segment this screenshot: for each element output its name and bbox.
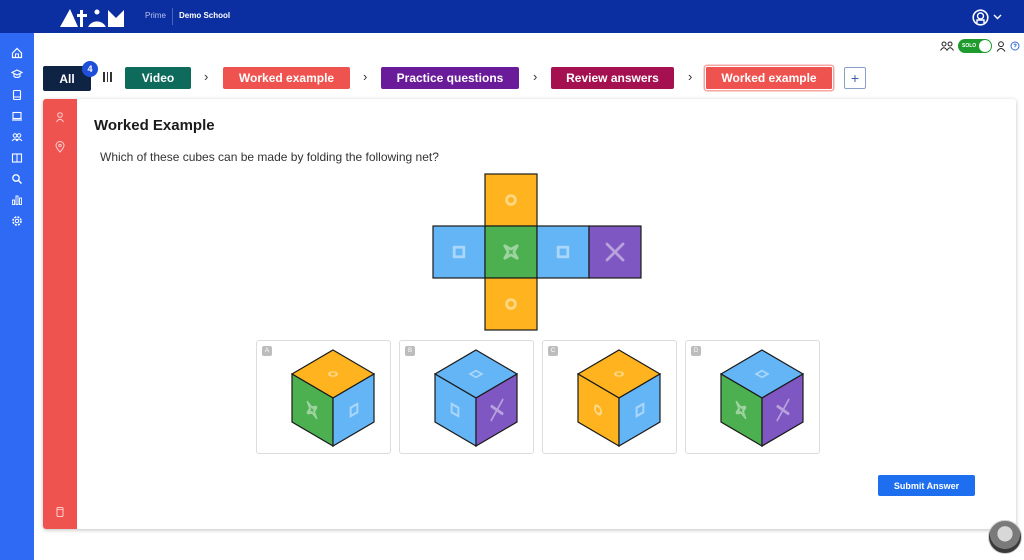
chevron-right-icon: › <box>688 69 693 84</box>
step-all-label: All <box>59 71 75 86</box>
sidebar-item-search[interactable] <box>9 171 25 187</box>
open-book-icon <box>11 153 23 163</box>
home-icon <box>11 47 23 59</box>
search-icon <box>12 174 23 185</box>
cube-option-d <box>719 349 805 447</box>
solo-toggle-label: SOLO <box>962 43 977 49</box>
net-face-left <box>432 225 486 279</box>
users-icon <box>11 133 23 142</box>
answer-option-d[interactable]: D <box>685 340 820 454</box>
step-worked-example[interactable]: Worked example <box>223 67 350 89</box>
question-text: Which of these cubes can be made by fold… <box>100 150 439 164</box>
location-pin-icon[interactable] <box>54 141 66 153</box>
sidebar-item-reports[interactable] <box>9 192 25 208</box>
cube-option-c <box>576 349 662 447</box>
gear-icon <box>12 216 22 226</box>
net-face-far-right <box>588 225 642 279</box>
sidebar-item-devices[interactable] <box>9 108 25 124</box>
card-side-rail <box>43 99 77 529</box>
top-bar: Prime Demo School <box>0 0 1024 33</box>
page-title: Worked Example <box>94 117 215 134</box>
group-icon[interactable] <box>940 41 954 51</box>
sidebar-item-home[interactable] <box>9 45 25 61</box>
laptop-icon <box>12 111 22 121</box>
submit-answer-button[interactable]: Submit Answer <box>878 475 975 496</box>
user-circle-icon <box>972 8 989 26</box>
step-review-answers-label: Review answers <box>566 71 659 85</box>
answer-option-c[interactable]: C <box>542 340 677 454</box>
option-label: C <box>548 346 558 356</box>
sidebar-item-content[interactable] <box>9 150 25 166</box>
person-icon[interactable] <box>996 40 1006 52</box>
net-face-center <box>484 225 538 279</box>
sidebar <box>0 33 34 560</box>
step-worked-example-label: Worked example <box>238 71 335 85</box>
cube-option-a <box>290 349 376 447</box>
chevron-right-icon: › <box>533 69 538 84</box>
option-label: B <box>405 346 415 356</box>
step-worked-example-active-label: Worked example <box>721 71 817 85</box>
cube-option-b <box>433 349 519 447</box>
step-review-answers[interactable]: Review answers <box>551 67 674 89</box>
answer-option-a[interactable]: A <box>256 340 391 454</box>
net-face-top <box>484 173 538 227</box>
chevron-right-icon: › <box>363 69 368 84</box>
chevron-down-icon <box>993 14 1002 20</box>
step-video[interactable]: Video <box>125 67 191 89</box>
step-practice-questions-label: Practice questions <box>396 71 504 85</box>
answer-option-b[interactable]: B <box>399 340 534 454</box>
book-icon <box>12 89 22 101</box>
step-worked-example-active[interactable]: Worked example <box>705 66 833 90</box>
divider <box>172 8 173 25</box>
step-video-label: Video <box>141 71 175 85</box>
session-controls: SOLO <box>940 38 1020 54</box>
sidebar-item-courses[interactable] <box>9 66 25 82</box>
plus-icon: + <box>850 70 860 86</box>
bar-chart-icon <box>12 195 22 205</box>
option-label: A <box>262 346 272 356</box>
person-icon[interactable] <box>54 111 66 123</box>
lesson-card: Worked Example Which of these cubes can … <box>43 99 1016 529</box>
sidebar-item-library[interactable] <box>9 87 25 103</box>
option-label: D <box>691 346 701 356</box>
sidebar-item-settings[interactable] <box>9 213 25 229</box>
cube-net <box>432 173 642 331</box>
menu-bars-icon[interactable] <box>103 72 113 84</box>
help-icon[interactable] <box>1010 41 1020 51</box>
product-name: Prime <box>145 11 166 20</box>
atom-logo[interactable] <box>58 6 126 28</box>
chevron-right-icon: › <box>204 69 209 84</box>
step-practice-questions[interactable]: Practice questions <box>381 67 519 89</box>
net-face-right <box>536 225 590 279</box>
toggle-knob <box>979 40 991 52</box>
graduation-cap-icon <box>11 69 23 79</box>
avatar[interactable] <box>988 520 1022 554</box>
school-name[interactable]: Demo School <box>179 11 230 20</box>
count-badge: 4 <box>82 61 98 77</box>
net-face-bottom <box>484 277 538 331</box>
device-icon[interactable] <box>54 506 66 518</box>
solo-toggle[interactable]: SOLO <box>958 39 992 53</box>
user-menu[interactable] <box>972 7 1004 27</box>
sidebar-item-classes[interactable] <box>9 129 25 145</box>
add-step-button[interactable]: + <box>844 67 866 89</box>
